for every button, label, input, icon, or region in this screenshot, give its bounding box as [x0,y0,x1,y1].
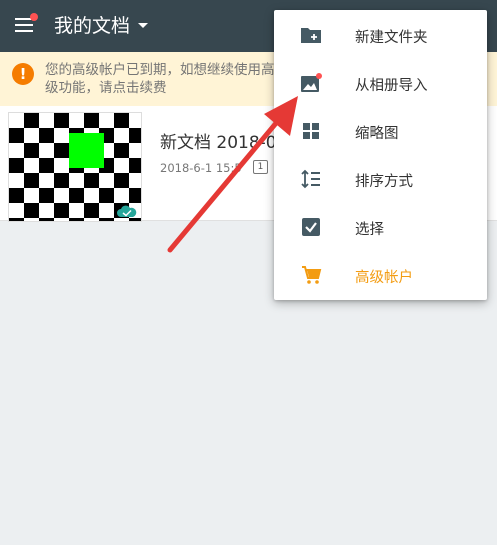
menu-item-thumbnail-view[interactable]: 缩略图 [274,107,487,155]
thumbnail-green-block [69,133,104,168]
cart-icon [302,266,322,284]
cloud-synced-icon [117,205,137,217]
overflow-menu: 新建文件夹 从相册导入 缩略图 排序方式 选择 高级帐户 [274,10,487,300]
menu-item-label: 高级帐户 [355,270,413,286]
menu-icon-line [15,30,33,32]
document-thumbnail [8,112,142,222]
banner-message: 您的高级帐户已到期，如想继续使用高级功能，请点击续费 [45,62,275,96]
menu-item-label: 从相册导入 [355,78,428,94]
menu-item-select[interactable]: 选择 [274,203,487,251]
hamburger-menu-button[interactable] [12,12,38,38]
grid-view-icon [303,123,319,139]
menu-item-label: 排序方式 [355,174,413,190]
menu-icon-line [15,24,33,26]
checkbox-icon [302,218,320,236]
new-folder-icon [301,28,321,43]
page-count-badge: 1 [253,160,268,174]
menu-item-premium-account[interactable]: 高级帐户 [274,251,487,299]
notification-dot [30,13,38,21]
dropdown-arrow-icon [138,22,149,28]
sort-icon [301,169,320,189]
folder-selector[interactable]: 我的文档 [54,12,149,37]
page-title: 我的文档 [54,14,131,37]
image-import-icon [301,73,322,92]
menu-item-sort[interactable]: 排序方式 [274,155,487,203]
menu-item-new-folder[interactable]: 新建文件夹 [274,11,487,59]
menu-item-label: 选择 [355,222,384,238]
menu-item-import-from-album[interactable]: 从相册导入 [274,59,487,107]
warning-icon: ! [12,63,34,85]
menu-item-label: 新建文件夹 [355,30,428,46]
menu-item-label: 缩略图 [355,126,399,142]
document-date: 2018-6-1 15:5 [160,161,242,175]
